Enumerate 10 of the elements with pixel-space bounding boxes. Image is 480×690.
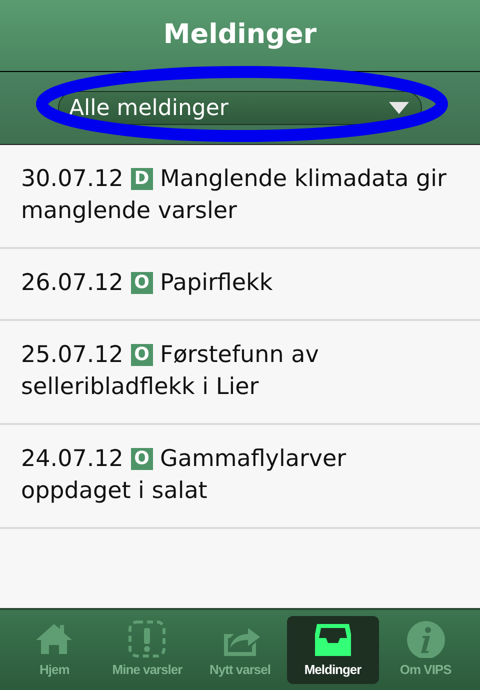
message-item[interactable]: 25.07.12 O Førstefunn av selleribladflekk i Lier: [21, 339, 459, 403]
message-item[interactable]: 30.07.12 D Manglende klimadata gir manglende varsler: [21, 163, 459, 227]
exclamation-icon: [127, 620, 168, 658]
screen-title: Meldinger: [163, 18, 317, 52]
message-item[interactable]: 24.07.12 O Gammaflylarver oppdaget i salat: [21, 443, 459, 507]
message-item[interactable]: 26.07.12 O Papirflekk: [21, 267, 459, 299]
filter-dropdown[interactable]: Alle meldinger: [58, 91, 422, 125]
caret-icon: [389, 102, 409, 114]
info-icon: [406, 620, 446, 658]
nav-tab[interactable]: Meldinger: [286, 616, 379, 684]
